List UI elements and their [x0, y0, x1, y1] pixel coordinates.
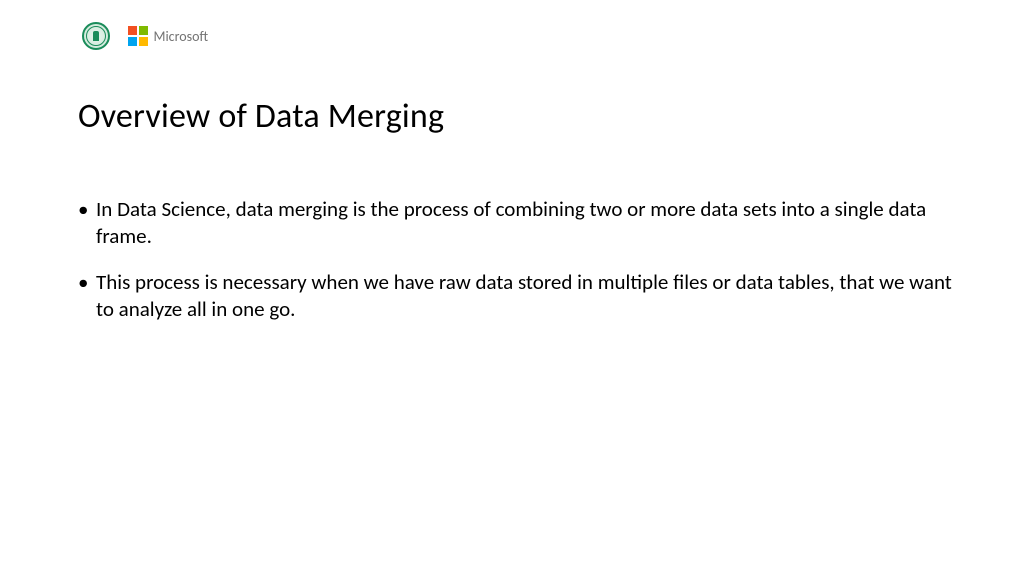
microsoft-grid-icon: [128, 26, 148, 46]
slide-content: In Data Science, data merging is the pro…: [78, 196, 964, 341]
microsoft-label: Microsoft: [154, 28, 209, 45]
bullet-list: In Data Science, data merging is the pro…: [78, 196, 964, 323]
bullet-item: This process is necessary when we have r…: [78, 269, 964, 324]
microsoft-logo: Microsoft: [128, 26, 208, 46]
bullet-item: In Data Science, data merging is the pro…: [78, 196, 964, 251]
slide-title: Overview of Data Merging: [78, 96, 444, 137]
institution-logo-icon: [82, 22, 110, 50]
header-logos: Microsoft: [82, 22, 208, 50]
